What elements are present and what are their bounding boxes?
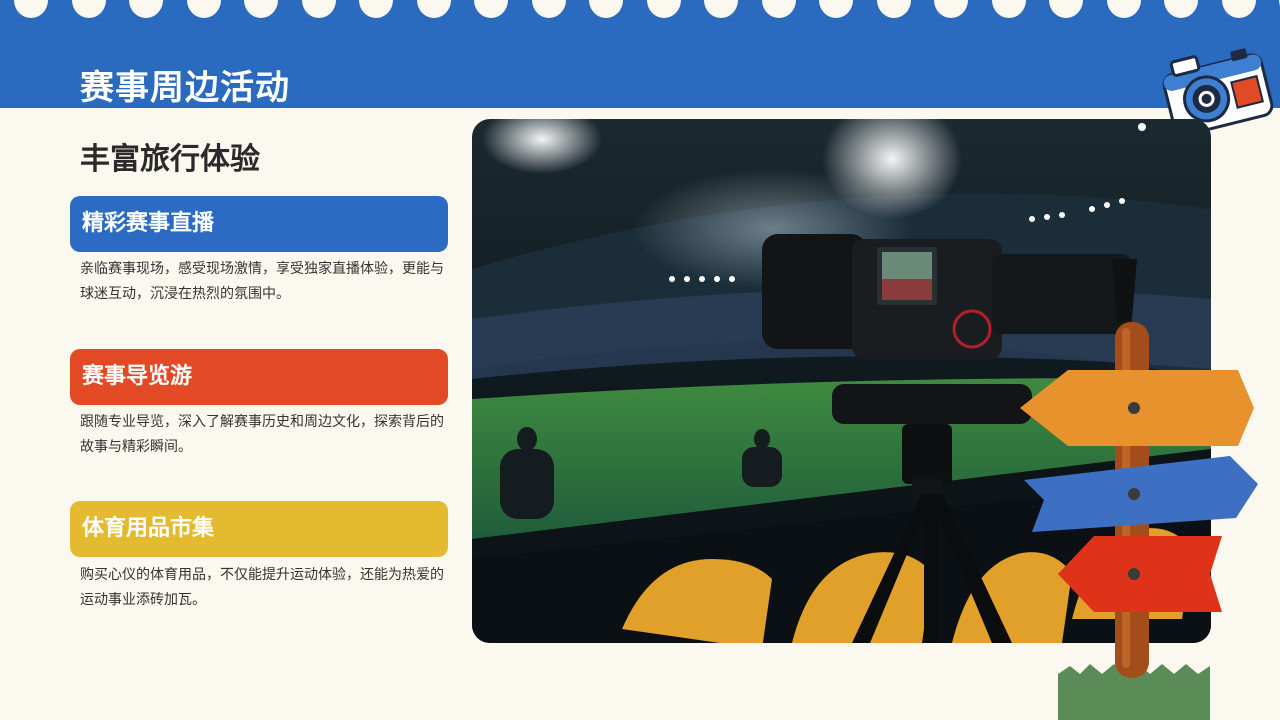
- scallop-notch: [531, 0, 566, 18]
- scallop-notch: [1049, 0, 1083, 18]
- scallop-notch: [1106, 0, 1141, 18]
- scallop-notch: [1164, 0, 1198, 18]
- scallop-notch: [991, 0, 1026, 18]
- header-banner: 赛事周边活动: [0, 0, 1280, 108]
- scallop-notch: [934, 0, 968, 18]
- card-title-sports-market: 体育用品市集: [70, 501, 448, 557]
- card-title-live-broadcast: 精彩赛事直播: [70, 196, 448, 252]
- scallop-notch: [704, 0, 738, 18]
- page-title: 赛事周边活动: [80, 68, 290, 108]
- section-subtitle: 丰富旅行体验: [80, 142, 260, 177]
- scalloped-edge: [0, 0, 1280, 22]
- scallop-notch: [301, 0, 336, 18]
- scallop-notch: [186, 0, 221, 18]
- signpost-icon: [1020, 322, 1258, 720]
- card-description-live-broadcast: 亲临赛事现场，感受现场激情，享受独家直播体验，更能与球迷互动，沉浸在热烈的氛围中…: [80, 261, 444, 302]
- scallop-notch: [359, 0, 393, 18]
- scallop-notch: [761, 0, 796, 18]
- scallop-notch: [589, 0, 623, 18]
- card-description-guided-tour: 跟随专业导览，深入了解赛事历史和周边文化，探索背后的故事与精彩瞬间。: [80, 414, 444, 455]
- card-description-sports-market: 购买心仪的体育用品，不仅能提升运动体验，还能为热爱的运动事业添砖加瓦。: [80, 567, 444, 608]
- scallop-notch: [71, 0, 106, 18]
- scallop-notch: [416, 0, 451, 18]
- scallop-notch: [819, 0, 853, 18]
- scallop-notch: [1221, 0, 1256, 18]
- scallop-notch: [876, 0, 911, 18]
- scallop-notch: [474, 0, 508, 18]
- scallop-notch: [129, 0, 163, 18]
- card-title-guided-tour: 赛事导览游: [70, 349, 448, 405]
- scallop-notch: [244, 0, 278, 18]
- scallop-notch: [14, 0, 48, 18]
- scallop-notch: [646, 0, 681, 18]
